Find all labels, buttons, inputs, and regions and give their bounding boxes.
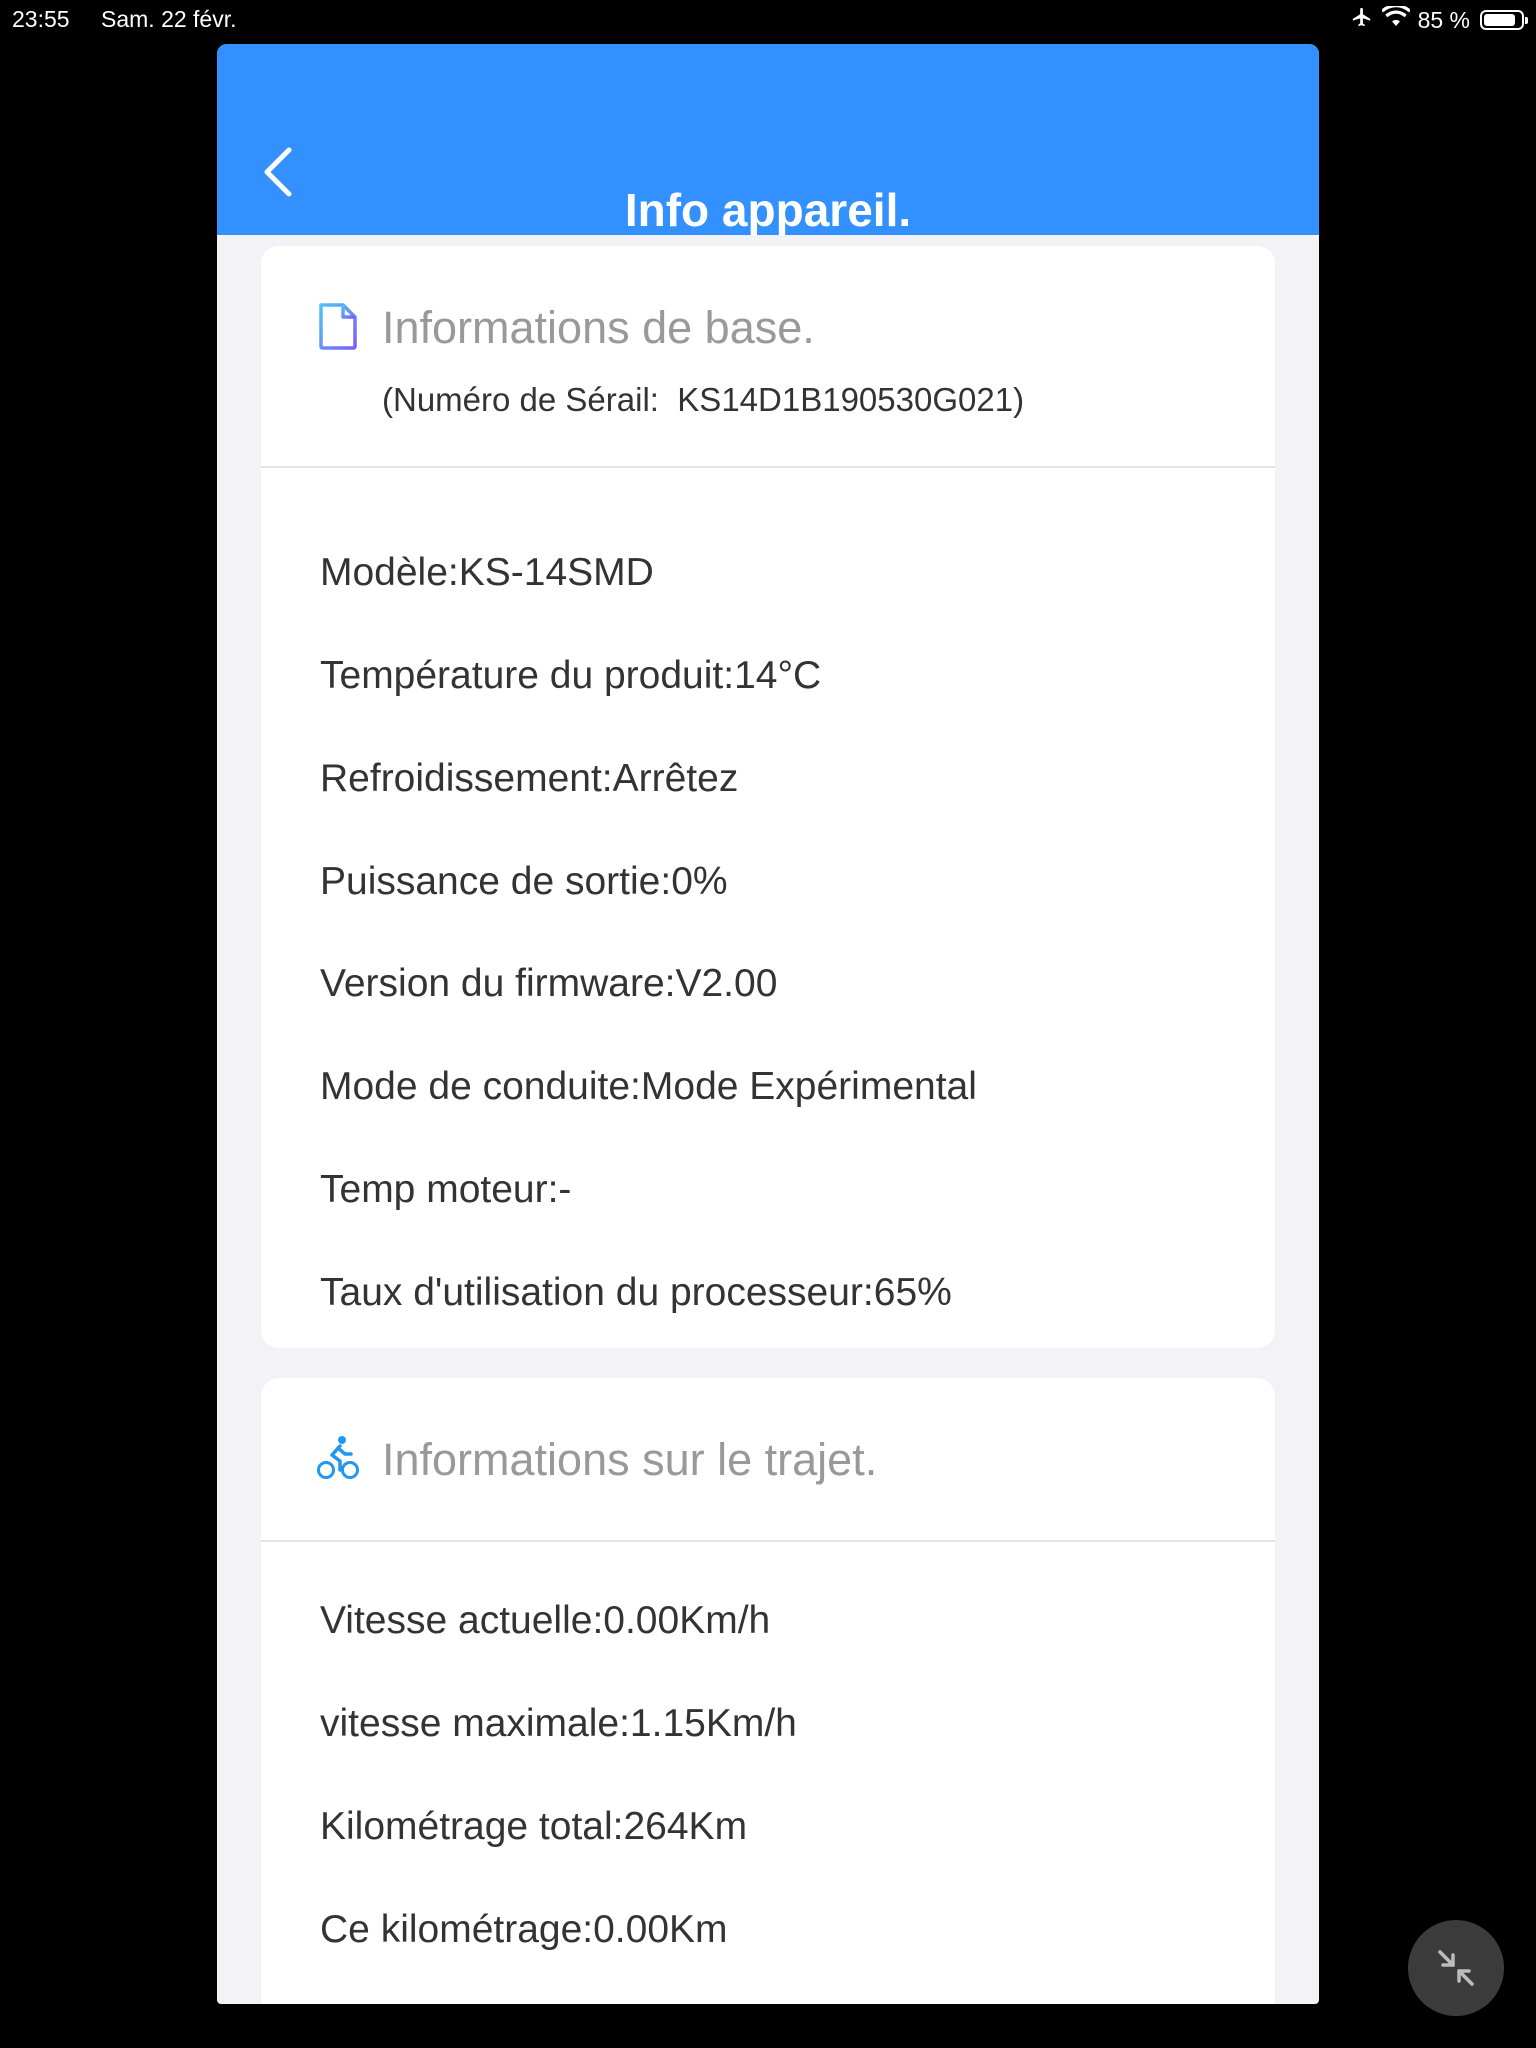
battery-fill [1484, 14, 1515, 26]
info-row-cooling: Refroidissement:Arrêtez [320, 757, 739, 800]
wifi-icon [1380, 4, 1411, 34]
serial-number: (Numéro de Sérail: KS14D1B190530G021) [382, 378, 1024, 422]
trip-row-max-speed: vitesse maximale:1.15Km/h [320, 1702, 797, 1745]
battery-percentage: 85 % [1417, 6, 1470, 33]
status-date: Sam. 22 févr. [101, 6, 237, 32]
info-row-firmware: Version du firmware:V2.00 [320, 962, 778, 1005]
trip-row-trip-distance: Ce kilométrage:0.00Km [320, 1908, 728, 1951]
info-row-power: Puissance de sortie:0% [320, 860, 728, 903]
info-row-motor-temp: Temp moteur:- [320, 1168, 572, 1211]
battery-icon [1480, 10, 1528, 30]
basic-info-card: Informations de base. (Numéro de Sérail:… [261, 246, 1275, 1348]
info-row-temperature: Température du produit:14°C [320, 654, 822, 697]
device-info-panel: Info appareil. Informations de base. (Nu… [217, 44, 1319, 2004]
serial-label: (Numéro de Sérail: [382, 381, 659, 418]
document-icon [317, 302, 359, 355]
info-row-cpu-usage: Taux d'utilisation du processeur:65% [320, 1271, 952, 1314]
status-bar: 23:55 Sam. 22 févr. 85 % [0, 0, 1536, 40]
info-row-ride-mode: Mode de conduite:Mode Expérimental [320, 1065, 977, 1108]
serial-value: KS14D1B190530G021) [677, 381, 1025, 418]
status-time: 23:55 [12, 6, 70, 32]
page-title: Info appareil. [624, 184, 912, 236]
nav-bar: Info appareil. [217, 44, 1319, 236]
basic-info-title: Informations de base. [382, 302, 815, 353]
airplane-icon [1350, 6, 1374, 34]
collapse-button[interactable] [1408, 1920, 1504, 2016]
trip-row-total-distance: Kilométrage total:264Km [320, 1805, 748, 1848]
cyclist-icon [317, 1434, 359, 1485]
trip-info-header: Informations sur le trajet. [261, 1378, 1275, 1542]
trip-info-title: Informations sur le trajet. [382, 1434, 878, 1485]
trip-info-card: Informations sur le trajet. Vitesse actu… [261, 1378, 1275, 2004]
basic-info-header: Informations de base. (Numéro de Sérail:… [261, 246, 1275, 468]
collapse-arrows-icon [1438, 1950, 1474, 1986]
info-row-model: Modèle:KS-14SMD [320, 551, 654, 594]
trip-row-current-speed: Vitesse actuelle:0.00Km/h [320, 1599, 771, 1642]
status-right: 85 % [1350, 4, 1528, 34]
